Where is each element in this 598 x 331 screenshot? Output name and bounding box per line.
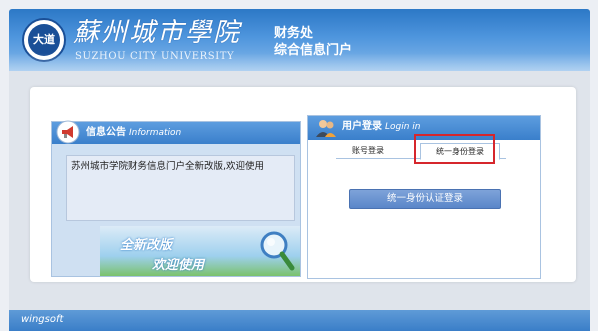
login-title-en: Login in	[385, 122, 421, 132]
portal-title: 综合信息门户	[274, 43, 353, 58]
announcement-title-cn: 信息公告	[86, 127, 126, 138]
login-title-cn: 用户登录	[342, 121, 382, 132]
users-icon	[316, 120, 336, 137]
banner-line-2: 欢迎使用	[152, 258, 205, 273]
notice-list: 苏州城市学院财务信息门户全新改版,欢迎使用	[66, 155, 295, 221]
seal-text: 大道	[28, 24, 60, 56]
megaphone-icon	[56, 120, 80, 144]
department-title: 财务处	[274, 26, 314, 41]
notice-item[interactable]: 苏州城市学院财务信息门户全新改版,欢迎使用	[71, 160, 264, 174]
announcement-header: 信息公告 Information	[52, 120, 300, 144]
site-header: 大道 蘇州城市學院 SUZHOU CITY UNIVERSITY 财务处 综合信…	[9, 9, 590, 71]
school-name-en: SUZHOU CITY UNIVERSITY	[75, 51, 235, 62]
banner-line-1: 全新改版	[120, 238, 173, 253]
unified-auth-login-button[interactable]: 统一身份认证登录	[349, 189, 501, 209]
footer-brand: wingsoft	[21, 314, 64, 325]
school-name-cn: 蘇州城市學院	[73, 18, 242, 48]
announcement-title-en: Information	[129, 128, 182, 138]
tab-account-login[interactable]: 账号登录	[338, 143, 398, 159]
site-footer: wingsoft	[9, 310, 590, 331]
promo-banner: 全新改版 欢迎使用	[100, 226, 300, 276]
login-title: 用户登录 Login in	[342, 120, 421, 134]
school-seal-logo: 大道	[22, 18, 66, 62]
announcement-panel: 信息公告 Information 苏州城市学院财务信息门户全新改版,欢迎使用 全新…	[51, 120, 301, 277]
announcement-title: 信息公告 Information	[86, 126, 181, 140]
highlight-annotation	[414, 134, 495, 164]
magnifier-icon	[260, 231, 295, 271]
